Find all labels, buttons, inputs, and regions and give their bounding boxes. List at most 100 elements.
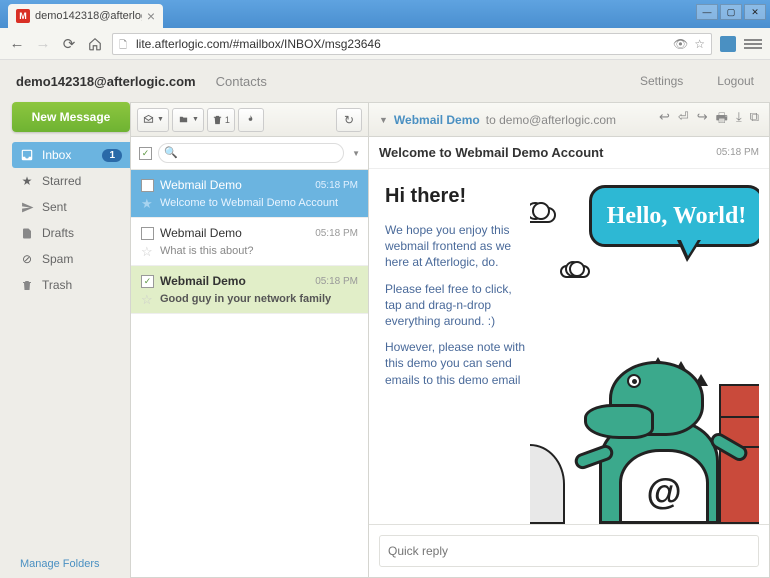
inbox-icon bbox=[20, 148, 34, 162]
crocodile-mascot: @ bbox=[579, 319, 749, 524]
browser-tab-strip: M demo142318@afterlogic.c × — ▢ ✕ bbox=[0, 0, 770, 28]
url-input[interactable]: 🗋 lite.afterlogic.com/#mailbox/INBOX/msg… bbox=[112, 33, 712, 55]
message-sender: Webmail Demo bbox=[160, 226, 309, 240]
tab-title: demo142318@afterlogic.c bbox=[35, 10, 142, 22]
browser-tab[interactable]: M demo142318@afterlogic.c × bbox=[8, 4, 163, 28]
new-message-button[interactable]: New Message bbox=[12, 102, 130, 132]
cloud-icon bbox=[530, 207, 556, 223]
to-label: to demo@afterlogic.com bbox=[486, 113, 616, 127]
url-actions: 👁 ☆ bbox=[673, 37, 705, 51]
spam-icon: ⊘ bbox=[20, 252, 34, 266]
extension-icon[interactable] bbox=[720, 36, 736, 52]
message-sender: Webmail Demo bbox=[160, 178, 309, 192]
body-text: Hi there! We hope you enjoy this webmail… bbox=[385, 185, 530, 524]
folder-inbox[interactable]: Inbox 1 bbox=[12, 142, 130, 168]
folder-starred[interactable]: ★ Starred bbox=[12, 168, 130, 194]
collapse-icon[interactable]: ▼ bbox=[379, 115, 388, 125]
delete-button[interactable]: 1 bbox=[207, 108, 235, 132]
folder-list: Inbox 1 ★ Starred Sent Drafts ⊘ Spam bbox=[12, 142, 130, 550]
sent-icon bbox=[20, 200, 34, 214]
subject-text: Welcome to Webmail Demo Account bbox=[379, 145, 716, 160]
maximize-button[interactable]: ▢ bbox=[720, 4, 742, 20]
settings-link[interactable]: Settings bbox=[640, 74, 683, 88]
folder-label: Starred bbox=[42, 174, 122, 188]
message-subject: What is this about? bbox=[160, 245, 358, 257]
sidebar: New Message Inbox 1 ★ Starred Sent Dr bbox=[12, 102, 130, 578]
contacts-link[interactable]: Contacts bbox=[216, 74, 267, 89]
folder-spam[interactable]: ⊘ Spam bbox=[12, 246, 130, 272]
message-item[interactable]: ✓ Webmail Demo 05:18 PM ☆ Good guy in yo… bbox=[131, 266, 368, 314]
message-list-panel: ▼ ▼ 1 ↻ ✓ 🔍 ▼ Webmail Demo bbox=[130, 102, 368, 578]
tab-close-icon[interactable]: × bbox=[147, 8, 155, 24]
page-icon: 🗋 bbox=[119, 38, 131, 50]
list-toolbar: ▼ ▼ 1 ↻ bbox=[131, 103, 368, 137]
folder-label: Sent bbox=[42, 200, 122, 214]
folder-label: Spam bbox=[42, 252, 122, 266]
message-body: Hi there! We hope you enjoy this webmail… bbox=[369, 169, 769, 524]
eye-icon[interactable]: 👁 bbox=[673, 37, 688, 51]
minimize-button[interactable]: — bbox=[696, 4, 718, 20]
hello-world-illustration: Hello, World! @ bbox=[530, 185, 759, 524]
search-options-icon[interactable]: ▼ bbox=[352, 149, 360, 158]
reload-button[interactable]: ⟳ bbox=[60, 35, 78, 53]
popout-icon[interactable]: ⧉ bbox=[750, 109, 759, 131]
folder-label: Drafts bbox=[42, 226, 122, 240]
star-icon[interactable]: ☆ bbox=[141, 292, 154, 305]
message-checkbox[interactable]: ✓ bbox=[141, 275, 154, 288]
speech-text: Hello, World! bbox=[607, 203, 747, 230]
reply-icon[interactable]: ↩ bbox=[659, 109, 670, 131]
reader-toolbar: ▼ Webmail Demo to demo@afterlogic.com ↩ … bbox=[369, 103, 769, 137]
from-name[interactable]: Webmail Demo bbox=[394, 113, 480, 127]
speech-bubble: Hello, World! bbox=[589, 185, 759, 247]
mark-read-button[interactable]: ▼ bbox=[137, 108, 169, 132]
url-text: lite.afterlogic.com/#mailbox/INBOX/msg23… bbox=[136, 37, 668, 51]
folder-label: Trash bbox=[42, 278, 122, 292]
reader-actions: ↩ ⏎ ↪ 🖶 ⤓ ⧉ bbox=[659, 109, 759, 131]
star-icon[interactable]: ☆ bbox=[141, 244, 154, 257]
forward-button[interactable]: → bbox=[34, 35, 52, 53]
logout-link[interactable]: Logout bbox=[717, 74, 754, 88]
message-checkbox[interactable] bbox=[141, 227, 154, 240]
app-header: demo142318@afterlogic.com Contacts Setti… bbox=[0, 60, 770, 102]
manage-folders-link[interactable]: Manage Folders bbox=[12, 550, 130, 578]
search-input[interactable] bbox=[158, 143, 344, 163]
message-subject: Good guy in your network family bbox=[160, 293, 358, 305]
back-button[interactable]: ← bbox=[8, 35, 26, 53]
webmail-app: demo142318@afterlogic.com Contacts Setti… bbox=[0, 60, 770, 578]
spam-button[interactable] bbox=[238, 108, 264, 132]
subject-row: Welcome to Webmail Demo Account 05:18 PM bbox=[369, 137, 769, 169]
folder-trash[interactable]: Trash bbox=[12, 272, 130, 298]
close-window-button[interactable]: ✕ bbox=[744, 4, 766, 20]
message-sender: Webmail Demo bbox=[160, 274, 309, 288]
window-controls: — ▢ ✕ bbox=[696, 4, 766, 20]
body-paragraph: Please feel free to click, tap and drag-… bbox=[385, 281, 530, 330]
account-email[interactable]: demo142318@afterlogic.com bbox=[16, 74, 196, 89]
quick-reply-input[interactable] bbox=[379, 535, 759, 567]
folder-sent[interactable]: Sent bbox=[12, 194, 130, 220]
forward-icon[interactable]: ↪ bbox=[697, 109, 708, 131]
hamburger-menu-icon[interactable] bbox=[744, 35, 762, 53]
trash-icon bbox=[20, 278, 34, 292]
folder-drafts[interactable]: Drafts bbox=[12, 220, 130, 246]
message-list: Webmail Demo 05:18 PM ★ Welcome to Webma… bbox=[131, 170, 368, 577]
at-sign: @ bbox=[646, 471, 681, 513]
print-icon[interactable]: 🖶 bbox=[716, 109, 728, 131]
search-icon: 🔍 bbox=[164, 146, 178, 159]
home-button[interactable] bbox=[86, 35, 104, 53]
refresh-button[interactable]: ↻ bbox=[336, 108, 362, 132]
download-icon[interactable]: ⤓ bbox=[736, 109, 742, 131]
message-time: 05:18 PM bbox=[315, 180, 358, 191]
bookmark-icon[interactable]: ☆ bbox=[694, 37, 705, 51]
drafts-icon bbox=[20, 226, 34, 240]
message-item[interactable]: Webmail Demo 05:18 PM ★ Welcome to Webma… bbox=[131, 170, 368, 218]
message-item[interactable]: Webmail Demo 05:18 PM ☆ What is this abo… bbox=[131, 218, 368, 266]
mail-favicon-icon: M bbox=[16, 9, 30, 23]
greeting-heading: Hi there! bbox=[385, 185, 530, 208]
star-icon[interactable]: ★ bbox=[141, 196, 154, 209]
move-button[interactable]: ▼ bbox=[172, 108, 204, 132]
reading-pane: ▼ Webmail Demo to demo@afterlogic.com ↩ … bbox=[368, 102, 770, 578]
url-bar: ← → ⟳ 🗋 lite.afterlogic.com/#mailbox/INB… bbox=[0, 28, 770, 60]
message-checkbox[interactable] bbox=[141, 179, 154, 192]
reply-all-icon[interactable]: ⏎ bbox=[678, 109, 689, 131]
select-all-checkbox[interactable]: ✓ bbox=[139, 147, 152, 160]
